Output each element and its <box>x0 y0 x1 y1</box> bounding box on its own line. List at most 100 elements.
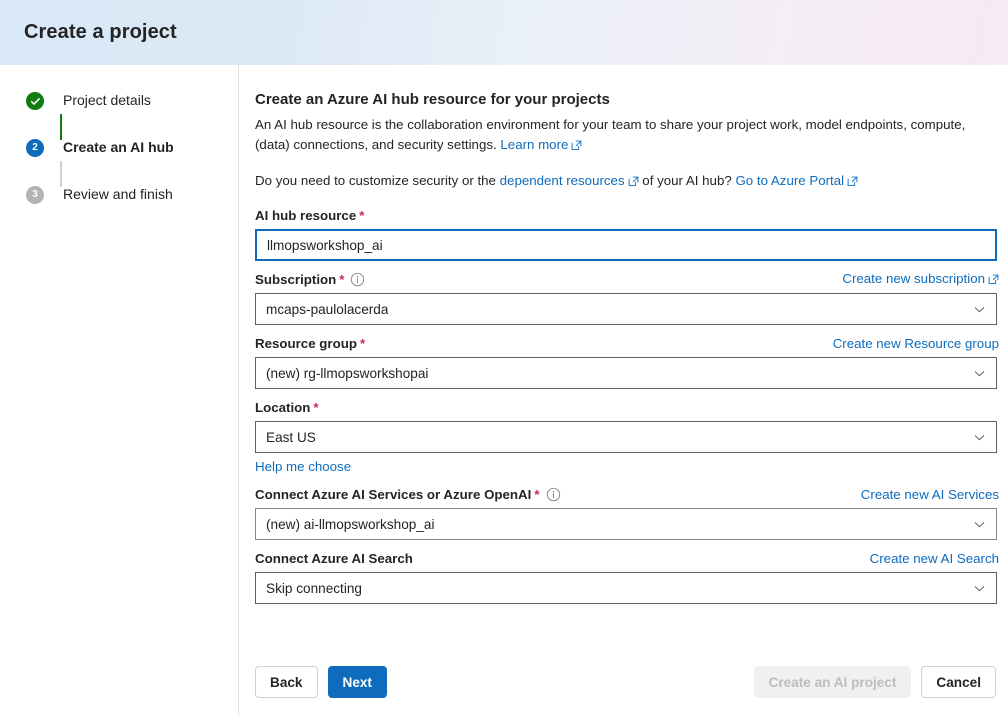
dropdown-value: (new) ai-llmopsworkshop_ai <box>266 516 435 532</box>
cancel-button[interactable]: Cancel <box>921 666 996 698</box>
learn-more-label: Learn more <box>500 137 569 152</box>
customize-security-line: Do you need to customize security or the… <box>255 171 999 193</box>
create-an-ai-project-button: Create an AI project <box>753 666 912 698</box>
section-description: An AI hub resource is the collaboration … <box>255 115 999 157</box>
field-header: Resource group * Create new Resource gro… <box>255 334 999 353</box>
section-description-text: An AI hub resource is the collaboration … <box>255 117 966 152</box>
dropdown-value: Skip connecting <box>266 580 362 596</box>
label-text: Connect Azure AI Search <box>255 551 413 566</box>
ai-hub-resource-input[interactable]: llmopsworkshop_ai <box>255 229 997 261</box>
ai-hub-resource-label: AI hub resource * <box>255 206 364 225</box>
dropdown-value: East US <box>266 429 316 445</box>
page-title: Create a project <box>24 21 177 43</box>
dropdown-value: mcaps-paulolacerda <box>266 301 389 317</box>
sidebar-item-create-ai-hub[interactable]: 2 Create an AI hub <box>0 138 238 187</box>
field-resource-group: Resource group * Create new Resource gro… <box>255 334 999 389</box>
go-to-azure-portal-link[interactable]: Go to Azure Portal <box>735 173 858 188</box>
label-text: Resource group <box>255 336 357 351</box>
chevron-down-icon <box>973 431 986 444</box>
sidebar-item-review-and-finish[interactable]: 3 Review and finish <box>0 185 238 232</box>
external-link-icon <box>571 137 582 157</box>
azure-portal-label: Go to Azure Portal <box>735 173 845 188</box>
field-header: Connect Azure AI Services or Azure OpenA… <box>255 485 999 504</box>
label-text: Location <box>255 400 311 415</box>
label-text: Subscription <box>255 272 337 287</box>
field-header: Connect Azure AI Search Create new AI Se… <box>255 549 999 568</box>
info-icon[interactable] <box>350 272 365 287</box>
field-header: AI hub resource * <box>255 206 999 225</box>
ai-services-label: Connect Azure AI Services or Azure OpenA… <box>255 485 561 504</box>
required-asterisk: * <box>359 336 366 351</box>
chevron-down-icon <box>973 582 986 595</box>
required-asterisk: * <box>339 272 345 287</box>
location-helper: Help me choose <box>255 458 999 476</box>
chevron-down-icon <box>973 367 986 380</box>
field-action: Create new Resource group <box>833 334 999 353</box>
section-heading: Create an Azure AI hub resource for your… <box>255 91 610 108</box>
field-header: Subscription * Create new subscription <box>255 270 999 289</box>
sidebar-item-label: Create an AI hub <box>63 139 174 155</box>
learn-more-link[interactable]: Learn more <box>500 137 582 152</box>
location-dropdown[interactable]: East US <box>255 421 997 453</box>
wizard-stepper: Project details 2 Create an AI hub 3 Rev… <box>0 65 239 715</box>
field-header: Location * <box>255 398 999 417</box>
dialog-body: Project details 2 Create an AI hub 3 Rev… <box>0 65 1008 715</box>
required-asterisk: * <box>534 487 540 502</box>
dialog-footer: Back Next Create an AI project Cancel <box>239 649 1008 715</box>
required-asterisk: * <box>359 208 365 223</box>
location-label: Location * <box>255 398 319 417</box>
create-new-ai-services-link[interactable]: Create new AI Services <box>861 487 999 502</box>
field-action: Create new AI Search <box>870 549 999 568</box>
label-text: Connect Azure AI Services or Azure OpenA… <box>255 487 532 502</box>
main-content: Create an Azure AI hub resource for your… <box>239 65 1008 715</box>
chevron-down-icon <box>973 303 986 316</box>
external-link-icon <box>628 173 639 193</box>
dropdown-value: (new) rg-llmopsworkshopai <box>266 365 429 381</box>
field-ai-services: Connect Azure AI Services or Azure OpenA… <box>255 485 999 540</box>
field-ai-hub-resource: AI hub resource * llmopsworkshop_ai <box>255 206 999 261</box>
ai-services-dropdown[interactable]: (new) ai-llmopsworkshop_ai <box>255 508 997 540</box>
required-asterisk: * <box>313 400 319 415</box>
field-location: Location * East US Help me choose <box>255 398 999 476</box>
step-marker-2: 2 <box>26 139 62 187</box>
dependent-resources-label: dependent resources <box>499 173 625 188</box>
field-subscription: Subscription * Create new subscription m… <box>255 270 999 325</box>
label-text: AI hub resource <box>255 208 357 223</box>
sidebar-item-project-details[interactable]: Project details <box>0 91 238 140</box>
resource-group-label: Resource group * <box>255 334 365 353</box>
info-icon[interactable] <box>546 487 561 502</box>
chevron-down-icon <box>973 518 986 531</box>
step-number-icon: 2 <box>26 139 44 157</box>
customize-middle-text: of your AI hub? <box>642 173 732 188</box>
step-marker-3: 3 <box>26 186 44 204</box>
customize-prefix-text: Do you need to customize security or the <box>255 173 496 188</box>
ai-search-label: Connect Azure AI Search <box>255 549 413 568</box>
ai-search-dropdown[interactable]: Skip connecting <box>255 572 997 604</box>
back-button[interactable]: Back <box>255 666 318 698</box>
footer-right-actions: Create an AI project Cancel <box>753 666 996 698</box>
step-connector-1 <box>60 114 62 140</box>
footer-left-actions: Back Next <box>255 666 387 698</box>
subscription-dropdown[interactable]: mcaps-paulolacerda <box>255 293 997 325</box>
field-action: Create new subscription <box>842 269 999 290</box>
external-link-icon <box>988 271 999 290</box>
dependent-resources-link[interactable]: dependent resources <box>500 173 639 188</box>
field-action: Create new AI Services <box>861 485 999 504</box>
resource-group-dropdown[interactable]: (new) rg-llmopsworkshopai <box>255 357 997 389</box>
create-new-subscription-link[interactable]: Create new subscription <box>842 271 999 286</box>
field-ai-search: Connect Azure AI Search Create new AI Se… <box>255 549 999 604</box>
next-button[interactable]: Next <box>327 666 387 698</box>
create-new-resource-group-link[interactable]: Create new Resource group <box>833 336 999 351</box>
step-connector-2 <box>60 161 62 187</box>
subscription-label: Subscription * <box>255 270 365 289</box>
sidebar-item-label: Review and finish <box>63 186 173 202</box>
external-link-icon <box>847 173 858 193</box>
dialog-header: Create a project <box>0 0 1008 65</box>
sidebar-item-label: Project details <box>63 92 151 108</box>
create-new-ai-search-link[interactable]: Create new AI Search <box>870 551 999 566</box>
help-me-choose-link[interactable]: Help me choose <box>255 459 351 474</box>
step-marker-1 <box>26 92 62 140</box>
input-value: llmopsworkshop_ai <box>267 237 383 253</box>
step-number-icon: 3 <box>26 186 44 204</box>
check-circle-icon <box>26 92 44 110</box>
